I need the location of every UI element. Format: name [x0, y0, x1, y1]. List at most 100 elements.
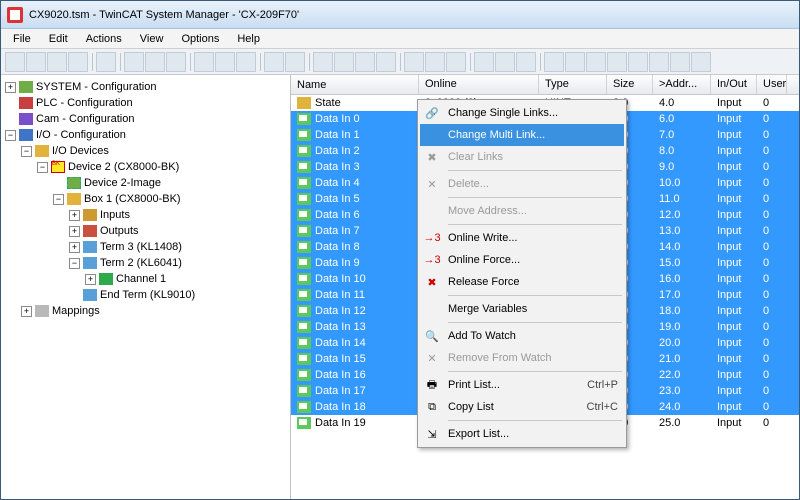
tool-scope[interactable]	[495, 52, 515, 72]
tree-endterm[interactable]: End Term (KL9010)	[3, 287, 288, 303]
col-type[interactable]: Type	[539, 75, 607, 94]
tool-freerun[interactable]	[516, 52, 536, 72]
ctx-change-single-links[interactable]: 🔗Change Single Links...	[420, 102, 624, 124]
tool-run[interactable]	[425, 52, 445, 72]
ctx-label: Merge Variables	[448, 303, 527, 315]
tool-info[interactable]	[670, 52, 690, 72]
collapse-icon[interactable]: −	[69, 258, 80, 269]
expand-icon[interactable]: +	[69, 210, 80, 221]
tool-reload[interactable]	[236, 52, 256, 72]
tree-mappings[interactable]: + Mappings	[3, 303, 288, 319]
tool-config[interactable]	[404, 52, 424, 72]
ctx-label: Online Write...	[448, 232, 518, 244]
menu-options[interactable]: Options	[173, 31, 227, 47]
tool-paste[interactable]	[166, 52, 186, 72]
system-icon	[19, 81, 33, 93]
ctx-online-write[interactable]: →3Online Write...	[420, 227, 624, 249]
col-io[interactable]: In/Out	[711, 75, 757, 94]
tool-check[interactable]	[264, 52, 284, 72]
col-name[interactable]: Name	[291, 75, 419, 94]
tool-print[interactable]	[96, 52, 116, 72]
ctx-add-to-watch[interactable]: 🔍Add To Watch	[420, 325, 624, 347]
separator-icon	[400, 53, 401, 71]
tree-device2-image[interactable]: Device 2-Image	[3, 175, 288, 191]
var-icon	[297, 337, 311, 349]
ctx-delete: ✕Delete...	[420, 173, 624, 195]
ctx-merge-variables[interactable]: Merge Variables	[420, 298, 624, 320]
tool-watch[interactable]	[565, 52, 585, 72]
cam-icon	[19, 113, 33, 125]
ctx-release-force[interactable]: ✖Release Force	[420, 271, 624, 293]
expand-icon[interactable]: +	[85, 274, 96, 285]
tree-plc[interactable]: PLC - Configuration	[3, 95, 288, 111]
tool-monitor[interactable]	[334, 52, 354, 72]
ctx-change-multi-link[interactable]: Change Multi Link...	[420, 124, 624, 146]
ctx-export-list[interactable]: ⇲Export List...	[420, 423, 624, 445]
tree-system[interactable]: +SYSTEM - Configuration	[3, 79, 288, 95]
tool-new[interactable]	[5, 52, 25, 72]
tree-term3[interactable]: +Term 3 (KL1408)	[3, 239, 288, 255]
separator-icon	[540, 53, 541, 71]
collapse-icon[interactable]: −	[21, 146, 32, 157]
menu-actions[interactable]: Actions	[78, 31, 130, 47]
ctx-copy-list[interactable]: ⧉Copy ListCtrl+C	[420, 396, 624, 418]
cell-addr: 21.0	[653, 352, 711, 366]
cell-io: Input	[711, 272, 757, 286]
tree-io-config[interactable]: −I/O - Configuration	[3, 127, 288, 143]
tool-search[interactable]	[544, 52, 564, 72]
tool-save[interactable]	[47, 52, 67, 72]
ctx-print-list[interactable]: 🖶Print List...Ctrl+P	[420, 374, 624, 396]
col-addr[interactable]: >Addr...	[653, 75, 711, 94]
tool-saveall[interactable]	[68, 52, 88, 72]
tool-help[interactable]	[691, 52, 711, 72]
clear-icon: ✖	[424, 149, 440, 165]
tree-cam[interactable]: Cam - Configuration	[3, 111, 288, 127]
tool-io[interactable]	[376, 52, 396, 72]
tree-channel1[interactable]: +Channel 1	[3, 271, 288, 287]
tree-inputs[interactable]: +Inputs	[3, 207, 288, 223]
tool-wand[interactable]	[607, 52, 627, 72]
tool-find[interactable]	[215, 52, 235, 72]
cell-io: Input	[711, 192, 757, 206]
tree-io-devices[interactable]: −I/O Devices	[3, 143, 288, 159]
tool-open[interactable]	[26, 52, 46, 72]
tool-activate[interactable]	[285, 52, 305, 72]
tree-box1[interactable]: −Box 1 (CX8000-BK)	[3, 191, 288, 207]
tree-term2[interactable]: −Term 2 (KL6041)	[3, 255, 288, 271]
tool-restart[interactable]	[474, 52, 494, 72]
expand-icon[interactable]: +	[69, 226, 80, 237]
menu-file[interactable]: File	[5, 31, 39, 47]
grid-header: Name Online Type Size >Addr... In/Out Us…	[291, 75, 799, 95]
col-size[interactable]: Size	[607, 75, 653, 94]
collapse-icon[interactable]: −	[53, 194, 64, 205]
tree-outputs[interactable]: +Outputs	[3, 223, 288, 239]
col-user[interactable]: User	[757, 75, 787, 94]
ctx-clear-links: ✖Clear Links	[420, 146, 624, 168]
tool-iq[interactable]	[649, 52, 669, 72]
col-online[interactable]: Online	[419, 75, 539, 94]
tree-label: Mappings	[52, 305, 100, 317]
menu-help[interactable]: Help	[229, 31, 268, 47]
force-icon: →3	[424, 252, 440, 268]
terminal-icon	[83, 289, 97, 301]
tool-copy[interactable]	[145, 52, 165, 72]
export-icon: ⇲	[424, 426, 440, 442]
cell-user: 0	[757, 368, 787, 382]
expand-icon[interactable]: +	[21, 306, 32, 317]
app-icon	[7, 7, 23, 23]
tool-edit[interactable]	[628, 52, 648, 72]
tool-sync[interactable]	[355, 52, 375, 72]
tree-device2[interactable]: −BKDevice 2 (CX8000-BK)	[3, 159, 288, 175]
tool-link[interactable]	[586, 52, 606, 72]
expand-icon[interactable]: +	[5, 82, 16, 93]
menu-edit[interactable]: Edit	[41, 31, 76, 47]
tool-stop[interactable]	[446, 52, 466, 72]
collapse-icon[interactable]: −	[37, 162, 48, 173]
tool-target[interactable]	[313, 52, 333, 72]
tool-devices[interactable]	[194, 52, 214, 72]
ctx-online-force[interactable]: →3Online Force...	[420, 249, 624, 271]
collapse-icon[interactable]: −	[5, 130, 16, 141]
menu-view[interactable]: View	[132, 31, 172, 47]
expand-icon[interactable]: +	[69, 242, 80, 253]
tool-cut[interactable]	[124, 52, 144, 72]
